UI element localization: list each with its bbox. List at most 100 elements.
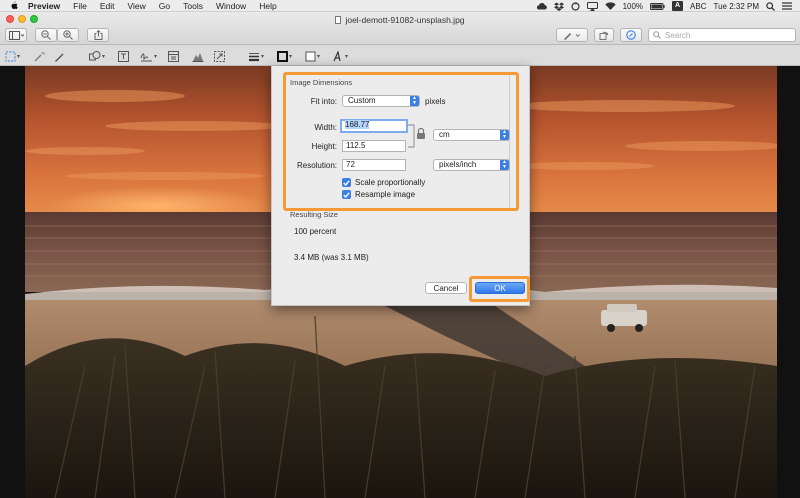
search-input[interactable]: Search: [648, 28, 796, 42]
resample-image-label: Resample image: [355, 190, 416, 199]
pen-icon: [564, 32, 580, 40]
text-style-button[interactable]: ▾: [332, 49, 348, 63]
zoom-out-icon: [41, 30, 51, 40]
scale-proportionally-label: Scale proportionally: [355, 178, 426, 187]
ok-button[interactable]: OK: [475, 282, 525, 294]
menu-go[interactable]: Go: [159, 1, 170, 11]
menu-edit[interactable]: Edit: [100, 1, 115, 11]
lock-icon[interactable]: [408, 122, 428, 150]
status-area: 100% A ABC Tue 2:32 PM: [536, 0, 792, 12]
image-dimensions-title: Image Dimensions: [290, 78, 353, 87]
height-value: 112.5: [346, 141, 366, 150]
page-layout-icon: [168, 50, 179, 62]
height-field[interactable]: 112.5: [342, 140, 406, 152]
share-button[interactable]: [87, 28, 109, 42]
search-icon: [653, 31, 661, 39]
menu-window[interactable]: Window: [216, 1, 246, 11]
menu-help[interactable]: Help: [259, 1, 276, 11]
adjust-size-dialog: Image Dimensions Fit into: Custom ▲ ▼ pix…: [271, 66, 530, 306]
list-icon[interactable]: [782, 2, 792, 10]
adjust-color-button[interactable]: [192, 49, 204, 63]
resolution-field[interactable]: 72: [342, 159, 406, 171]
checkmark-icon: [342, 178, 351, 187]
menu-tools[interactable]: Tools: [183, 1, 203, 11]
input-source-label[interactable]: ABC: [690, 2, 706, 11]
airplay-icon[interactable]: [586, 1, 598, 11]
shapes-button[interactable]: ▾: [89, 49, 105, 63]
zoom-in-icon: [63, 30, 73, 40]
text-tool-button[interactable]: [118, 49, 129, 63]
rectangle-selection-icon: [5, 51, 16, 61]
adjust-size-button[interactable]: [214, 49, 225, 63]
instant-alpha-button[interactable]: [34, 49, 45, 63]
resolution-value: 72: [346, 160, 355, 169]
fit-into-value: Custom: [348, 96, 376, 105]
selection-tool-button[interactable]: ▾: [5, 49, 20, 63]
annotate-button[interactable]: [620, 28, 642, 42]
zoom-out-button[interactable]: [35, 28, 57, 42]
width-value: 168.77: [345, 120, 370, 129]
rotate-button[interactable]: [594, 28, 614, 42]
popup-stepper-icon: ▲ ▼: [410, 96, 419, 106]
text-style-icon: [333, 50, 341, 61]
input-source-icon[interactable]: A: [672, 1, 684, 11]
annotate-icon: [626, 30, 636, 40]
width-field[interactable]: 168.77: [340, 119, 408, 133]
clock[interactable]: Tue 2:32 PM: [713, 2, 759, 11]
sketch-tool-button[interactable]: [54, 49, 65, 63]
resolution-unit-popup[interactable]: pixels/inch ▲ ▼: [433, 159, 510, 171]
search-placeholder: Search: [665, 30, 691, 40]
sync-icon[interactable]: [570, 1, 580, 11]
width-label: Width:: [314, 123, 337, 132]
sidebar-toggle-button[interactable]: [5, 28, 27, 42]
fill-color-button[interactable]: ▾: [305, 49, 320, 63]
resulting-file-size: 3.4 MB (was 3.1 MB): [294, 253, 369, 262]
wifi-icon[interactable]: [604, 2, 616, 10]
shapes-icon: [89, 50, 101, 60]
cancel-button[interactable]: Cancel: [425, 282, 467, 294]
height-label: Height:: [311, 142, 337, 151]
markup-toolbar-button[interactable]: [556, 28, 588, 42]
fit-into-unit: pixels: [425, 97, 446, 106]
share-icon: [94, 30, 102, 40]
sidebar-icon: [8, 30, 24, 40]
unit-popup[interactable]: cm ▲ ▼: [433, 129, 510, 141]
battery-icon[interactable]: [650, 2, 665, 10]
resolution-label: Resolution:: [296, 161, 337, 170]
resulting-size-title: Resulting Size: [290, 210, 338, 219]
cloud-icon[interactable]: [536, 2, 547, 10]
magic-wand-icon: [34, 51, 45, 61]
line-style-icon: [249, 52, 259, 61]
rotate-icon: [599, 31, 609, 40]
menu-preview[interactable]: Preview: [28, 1, 60, 11]
scale-proportionally-checkbox[interactable]: Scale proportionally: [342, 177, 425, 188]
signature-button[interactable]: ▾: [140, 49, 157, 63]
menu-bar: Preview File Edit View Go Tools Window H…: [0, 0, 800, 12]
resulting-percent: 100 percent: [294, 227, 337, 236]
page-layout-button[interactable]: [168, 49, 179, 63]
popup-stepper-icon: ▲ ▼: [500, 130, 509, 140]
sketch-pen-icon: [55, 53, 64, 62]
popup-stepper-icon: ▲ ▼: [500, 160, 509, 170]
fit-into-label: Fit into:: [310, 97, 337, 106]
fit-into-popup[interactable]: Custom ▲ ▼: [342, 95, 420, 107]
apple-menu-icon[interactable]: [8, 0, 20, 12]
checkmark-icon: [342, 190, 351, 199]
menu-file[interactable]: File: [73, 1, 87, 11]
spotlight-search-icon[interactable]: [766, 1, 775, 11]
adjust-color-icon: [192, 52, 204, 62]
signature-icon: [140, 52, 152, 61]
menu-view[interactable]: View: [128, 1, 146, 11]
battery-percent: 100%: [622, 1, 644, 11]
window-toolbar: joel-demott-91082-unsplash.jpg Search: [0, 12, 800, 45]
zoom-in-button[interactable]: [57, 28, 79, 42]
window-title-text: joel-demott-91082-unsplash.jpg: [345, 15, 465, 25]
border-color-button[interactable]: ▾: [277, 49, 292, 63]
unit-value: cm: [439, 130, 450, 139]
dropbox-icon[interactable]: [553, 2, 564, 11]
document-icon: [335, 16, 342, 24]
resample-image-checkbox[interactable]: Resample image: [342, 189, 415, 200]
text-box-icon: [118, 50, 129, 62]
line-style-button[interactable]: ▾: [248, 49, 264, 63]
markup-toolbar: ▾ ▾ ▾ ▾ ▾ ▾ ▾: [0, 45, 800, 66]
